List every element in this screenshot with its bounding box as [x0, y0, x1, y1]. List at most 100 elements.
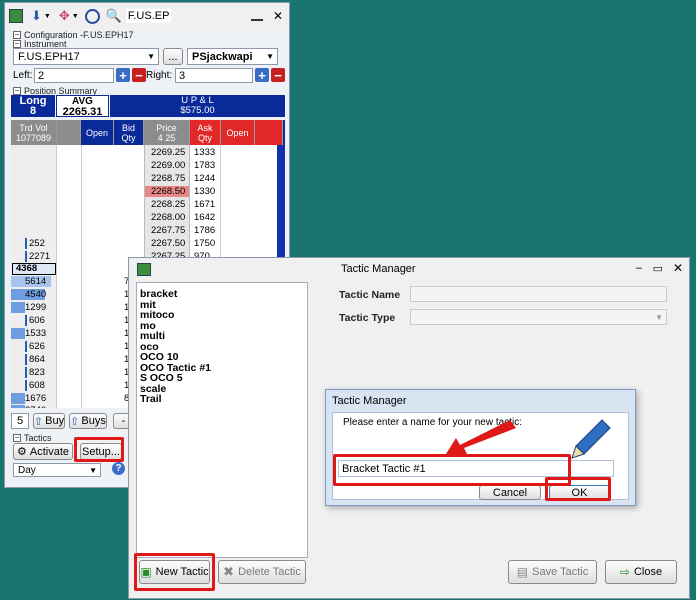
window-title: F.US.EP [125, 9, 172, 23]
table-row[interactable]: 2269.00 1783 [11, 160, 283, 171]
app-icon [9, 9, 23, 23]
volume-cell: 252 [25, 238, 45, 249]
price-cell[interactable]: 2267.50 [151, 238, 185, 249]
price-cell[interactable]: 2268.75 [151, 173, 185, 184]
ask-qty-cell[interactable]: 1244 [194, 173, 215, 184]
help-icon[interactable]: ? [112, 462, 125, 475]
ask-qty-cell[interactable]: 1783 [194, 160, 215, 171]
table-row[interactable]: 2268.75 1244 [11, 173, 283, 184]
right-increment-button[interactable]: + [255, 68, 269, 82]
pencil-icon [571, 419, 611, 459]
price-cell-highlighted[interactable]: 2268.50 [145, 186, 189, 197]
position-side: Long 8 [11, 95, 55, 117]
table-row[interactable]: 2267.75 1786 [11, 225, 283, 236]
open-bid-header: Open [81, 120, 114, 145]
chevron-down-icon: ▼ [655, 312, 663, 322]
instrument-select[interactable]: F.US.EPH17 ▼ [13, 48, 159, 65]
buy-icon: ⇧ [70, 415, 80, 428]
current-volume-cell: 4368 [12, 263, 56, 275]
right-decrement-button[interactable]: − [271, 68, 285, 82]
search-icon[interactable]: 🔍 [106, 8, 122, 24]
ok-highlight-box [545, 477, 611, 501]
quantity-field[interactable]: 5 [11, 413, 29, 429]
list-item[interactable]: multi [140, 331, 307, 342]
chevron-down-icon: ▼ [147, 52, 155, 61]
ask-qty-cell[interactable]: 1750 [194, 238, 215, 249]
save-tactic-button[interactable]: ▤ Save Tactic [508, 560, 597, 584]
instrument-more-button[interactable]: ... [163, 48, 183, 65]
account-select[interactable]: PSjackwapi ▼ [187, 48, 278, 65]
activate-button[interactable]: ⚙ Activate [13, 443, 73, 460]
bid-qty-header: Bid Qty [114, 120, 144, 145]
tactic-type-select[interactable]: ▼ [410, 309, 667, 325]
collapse-icon[interactable]: − [13, 31, 21, 39]
grid-icon[interactable]: ✥ [59, 8, 70, 24]
list-item[interactable]: mo [140, 320, 307, 332]
list-item[interactable]: Trail [140, 394, 307, 405]
empty-header [57, 120, 81, 145]
tactic-manager-title: Tactic Manager [341, 263, 416, 275]
magnifier-icon[interactable] [84, 8, 100, 24]
table-row[interactable]: 2268.50 1330 [11, 186, 283, 197]
cancel-button[interactable]: Cancel [479, 485, 541, 500]
chevron-down-icon: ▼ [266, 52, 274, 61]
collapse-icon[interactable]: − [13, 434, 21, 442]
list-item[interactable]: S OCO 5 [140, 373, 307, 384]
right-label: Right: [146, 70, 173, 81]
ask-qty-cell[interactable]: 1330 [194, 186, 215, 197]
download-icon[interactable]: ⬇ [31, 8, 42, 24]
list-item[interactable]: OCO 10 [140, 352, 307, 363]
list-item[interactable]: scale [140, 383, 307, 395]
ask-qty-cell[interactable]: 1671 [194, 199, 215, 210]
delete-tactic-button[interactable]: ✖ Delete Tactic [218, 560, 306, 584]
tactic-icon: ⚙ [16, 446, 27, 458]
price-cell[interactable]: 2267.75 [151, 225, 185, 236]
volume-cell: 823 [25, 367, 45, 378]
tactic-manager-titlebar: Tactic Manager – ▭ ✕ [129, 258, 689, 280]
trader-toolbar: ⬇ ▼ ✥ ▼ 🔍 F.US.EP ✕ [5, 3, 289, 29]
position-avg: AVG 2265.31 [56, 95, 109, 118]
maximize-icon[interactable]: ▭ [653, 262, 663, 275]
tactics-list[interactable]: bracket mit mitoco mo multi oco OCO 10 O… [136, 282, 308, 558]
delete-icon: ✖ [223, 564, 235, 579]
arrow-shape [446, 420, 516, 456]
trdvol-header: Trd Vol 1077089 [11, 120, 57, 145]
collapse-icon[interactable]: − [13, 87, 21, 95]
collapse-icon[interactable]: − [13, 40, 21, 48]
volume-cell: 4540 [11, 289, 46, 300]
price-cell[interactable]: 2269.00 [151, 160, 185, 171]
ask-qty-cell[interactable]: 1642 [194, 212, 215, 223]
volume-cell: 626 [25, 341, 45, 352]
dropdown-arrow-icon[interactable]: ▼ [44, 13, 51, 20]
buy-button[interactable]: ⇧ Buy [33, 413, 65, 429]
price-cell[interactable]: 2268.25 [151, 199, 185, 210]
ask-qty-cell[interactable]: 1786 [194, 225, 215, 236]
table-row[interactable]: 2268.25 1671 [11, 199, 283, 210]
left-decrement-button[interactable]: − [132, 68, 146, 82]
close-icon[interactable]: ✕ [273, 9, 283, 23]
setup-highlight-box [74, 437, 124, 462]
dropdown-arrow-icon[interactable]: ▼ [72, 13, 79, 20]
table-row[interactable]: 2269.25 1333 [11, 147, 283, 158]
close-icon[interactable]: ✕ [673, 261, 683, 275]
table-row[interactable]: 252 2267.50 1750 [11, 238, 283, 249]
duration-select[interactable]: Day ▼ [13, 463, 101, 477]
left-field[interactable]: 2 [34, 68, 114, 83]
list-item[interactable]: bracket [140, 289, 307, 300]
left-increment-button[interactable]: + [116, 68, 130, 82]
volume-cell: 2271 [25, 251, 50, 262]
minimize-icon[interactable] [250, 19, 263, 21]
minimize-icon[interactable]: – [636, 262, 642, 274]
table-row[interactable]: 2268.00 1642 [11, 212, 283, 223]
ask-qty-cell[interactable]: 1333 [194, 147, 215, 158]
chevron-down-icon: ▼ [89, 465, 97, 475]
close-button[interactable]: ⇨ Close [605, 560, 677, 584]
list-item[interactable]: mitoco [140, 310, 307, 321]
price-cell[interactable]: 2268.00 [151, 212, 185, 223]
right-field[interactable]: 3 [175, 68, 253, 83]
tactics-section-header[interactable]: − Tactics [13, 433, 52, 443]
tactic-name-field[interactable] [410, 286, 667, 302]
buys-button[interactable]: ⇧ Buys [69, 413, 107, 429]
price-cell[interactable]: 2269.25 [151, 147, 185, 158]
buy-icon: ⇧ [33, 415, 44, 428]
